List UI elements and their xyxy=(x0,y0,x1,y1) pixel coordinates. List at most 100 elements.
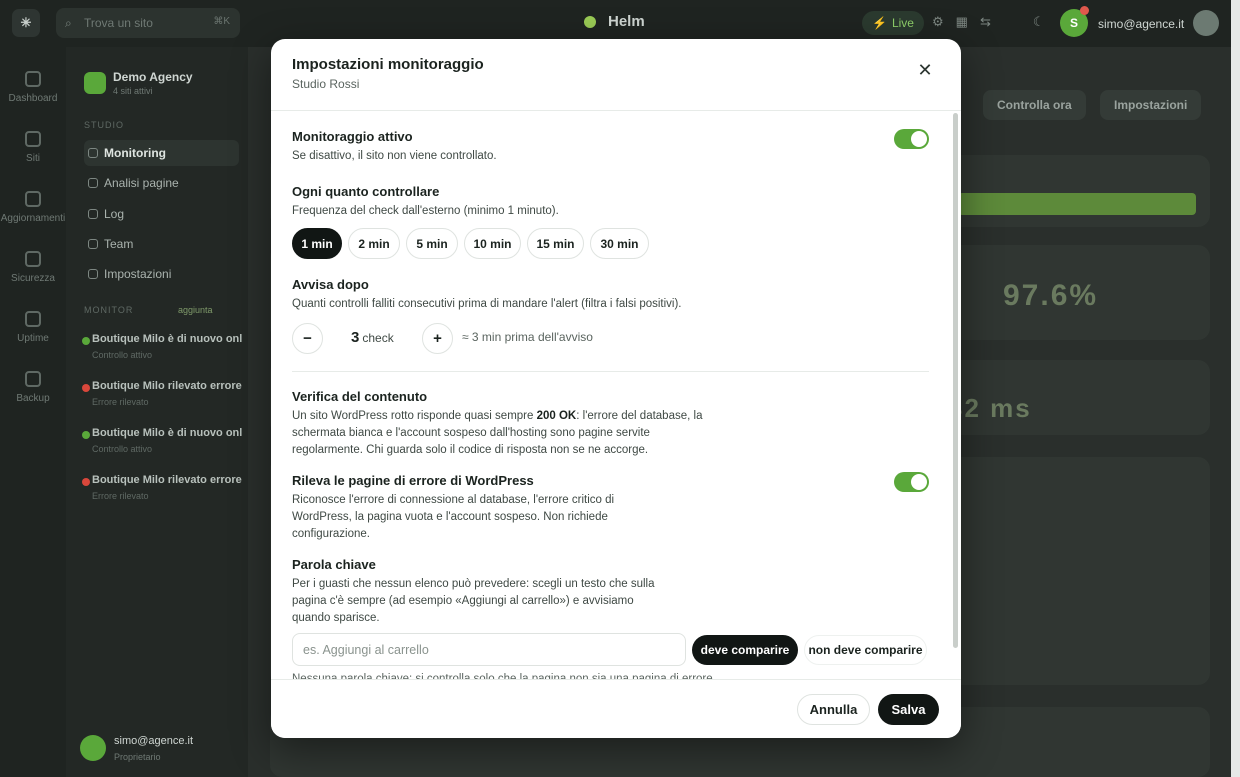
search-placeholder: Trova un sito xyxy=(84,16,153,30)
team-icon xyxy=(88,239,98,249)
sidebar-site-sub: Errore rilevato xyxy=(92,397,149,407)
close-icon[interactable]: ✕ xyxy=(911,56,939,84)
keyword-must-appear-button[interactable]: deve comparire xyxy=(692,635,798,665)
rail-label: Sicurezza xyxy=(11,273,55,284)
status-dot xyxy=(82,337,90,345)
live-badge[interactable]: ⚡ Live xyxy=(862,11,924,35)
gear-icon xyxy=(88,269,98,279)
toggle-knob xyxy=(911,131,927,147)
grid-icon[interactable]: ▦ xyxy=(956,14,968,30)
error-pages-toggle[interactable] xyxy=(894,472,929,492)
user-avatar[interactable] xyxy=(1193,10,1219,36)
sidebar-user-name[interactable]: simo@agence.it xyxy=(114,735,193,747)
workspace-logo xyxy=(84,72,106,94)
rail-label: Dashboard xyxy=(8,93,58,104)
save-button[interactable]: Salva xyxy=(878,694,939,725)
updates-icon xyxy=(25,191,41,207)
error-pages-title: Rileva le pagine di errore di WordPress xyxy=(292,473,534,488)
sidebar-item-log[interactable]: Log xyxy=(84,201,239,227)
shield-icon xyxy=(25,251,41,267)
rail-label: Backup xyxy=(16,393,50,404)
sidebar-item-settings[interactable]: Impostazioni xyxy=(84,261,239,287)
page-icon xyxy=(88,178,98,188)
decrement-button[interactable]: − xyxy=(292,323,323,354)
check-now-button[interactable]: Controlla ora xyxy=(983,90,1086,120)
error-pages-desc: Riconosce l'errore di connessione al dat… xyxy=(292,494,615,540)
sidebar-site-name[interactable]: Boutique Milo rilevato errore xyxy=(92,380,242,392)
sidebar-site-sub: Controllo attivo xyxy=(92,350,153,360)
status-code: 200 OK xyxy=(536,410,577,422)
sidebar-item-page-analysis[interactable]: Analisi pagine xyxy=(84,170,239,196)
increment-button[interactable]: + xyxy=(422,323,453,354)
search-input[interactable]: ⌕ Trova un sito ⌘K xyxy=(56,8,240,38)
sidebar-item-label: Impostazioni xyxy=(104,267,172,281)
sidebar-site-name[interactable]: Boutique Milo è di nuovo online xyxy=(92,427,242,439)
frequency-option-15min[interactable]: 15 min xyxy=(527,228,584,259)
page-scrollbar[interactable] xyxy=(1231,0,1240,777)
monitoring-active-desc: Se disattivo, il sito non viene controll… xyxy=(292,150,497,162)
sidebar-item-team[interactable]: Team xyxy=(84,231,239,257)
check-now-label: Controlla ora xyxy=(997,98,1072,112)
sidebar: Demo Agency 4 siti attivi STUDIO Monitor… xyxy=(66,47,248,777)
home-icon[interactable]: ✳ xyxy=(12,9,40,37)
frequency-title: Ogni quanto controllare xyxy=(292,184,440,199)
frequency-option-5min[interactable]: 5 min xyxy=(406,228,458,259)
frequency-option-2min[interactable]: 2 min xyxy=(348,228,400,259)
sidebar-item-label: Team xyxy=(104,237,134,251)
cancel-button[interactable]: Annulla xyxy=(797,694,870,725)
frequency-option-10min[interactable]: 10 min xyxy=(464,228,521,259)
sidebar-site-sub: Controllo attivo xyxy=(92,444,153,454)
rail-item-updates[interactable]: Aggiornamenti xyxy=(0,191,66,224)
settings-button[interactable]: Impostazioni xyxy=(1100,90,1202,120)
frequency-option-30min[interactable]: 30 min xyxy=(590,228,649,259)
alert-after-value-wrap: 3 check xyxy=(351,329,394,346)
alert-after-title: Avvisa dopo xyxy=(292,277,369,292)
logo-text: Helm xyxy=(608,13,645,30)
keyword-input[interactable]: es. Aggiungi al carrello xyxy=(292,633,686,666)
settings-label: Impostazioni xyxy=(1114,98,1188,112)
user-email[interactable]: simo@agence.it xyxy=(1098,17,1184,31)
dialog-scrollbar[interactable] xyxy=(953,113,958,648)
uptime-icon xyxy=(25,311,41,327)
top-icons: ⚙ ▦ ⇆ ☾ xyxy=(932,14,1045,30)
frequency-desc: Frequenza del check dall'esterno (minimo… xyxy=(292,205,559,217)
settings-icon[interactable]: ⚙ xyxy=(932,14,944,30)
rail-item-sites[interactable]: Siti xyxy=(0,131,66,164)
sidebar-item-label: Log xyxy=(104,207,125,221)
dialog-title: Impostazioni monitoraggio xyxy=(292,56,484,73)
dashboard-icon xyxy=(25,71,41,87)
rail-item-security[interactable]: Sicurezza xyxy=(0,251,66,284)
moon-icon[interactable]: ☾ xyxy=(1033,14,1045,30)
alert-after-desc: Quanti controlli falliti consecutivi pri… xyxy=(292,298,682,310)
sidebar-user-avatar[interactable] xyxy=(80,735,106,761)
sidebar-site-sub: Errore rilevato xyxy=(92,491,149,501)
content-check-desc: Un sito WordPress rotto risponde quasi s… xyxy=(292,408,704,459)
toggle-knob xyxy=(911,474,927,490)
workspace-name[interactable]: Demo Agency xyxy=(113,70,193,84)
keyword-must-not-appear-button[interactable]: non deve comparire xyxy=(804,635,927,665)
workspace-sub: 4 siti attivi xyxy=(113,86,153,96)
rail-item-dashboard[interactable]: Dashboard xyxy=(0,71,66,104)
rail-item-uptime[interactable]: Uptime xyxy=(0,311,66,344)
sidebar-site-name[interactable]: Boutique Milo rilevato errore xyxy=(92,474,242,486)
rail-label: Aggiornamenti xyxy=(0,213,66,224)
frequency-option-1min[interactable]: 1 min xyxy=(292,228,342,259)
dialog-header: Impostazioni monitoraggio Studio Rossi ✕ xyxy=(271,39,961,111)
sidebar-sites-action[interactable]: aggiunta xyxy=(178,305,213,315)
uptime-bar xyxy=(958,193,1196,215)
rail-item-backup[interactable]: Backup xyxy=(0,371,66,404)
content-check-title: Verifica del contenuto xyxy=(292,389,428,404)
alert-after-value: 3 xyxy=(351,329,360,346)
dialog-subtitle: Studio Rossi xyxy=(292,77,360,91)
logo-mark-icon xyxy=(584,15,596,28)
dialog-footer: Annulla Salva xyxy=(271,679,961,738)
sidebar-item-monitoring[interactable]: Monitoring xyxy=(84,140,239,166)
link-icon[interactable]: ⇆ xyxy=(980,14,991,30)
live-label: Live xyxy=(891,16,914,30)
monitoring-active-toggle[interactable] xyxy=(894,129,929,149)
log-icon xyxy=(88,209,98,219)
search-icon: ⌕ xyxy=(65,16,72,30)
sites-icon xyxy=(25,131,41,147)
live-bolt-icon: ⚡ xyxy=(872,16,887,30)
sidebar-site-name[interactable]: Boutique Milo è di nuovo online xyxy=(92,333,242,345)
